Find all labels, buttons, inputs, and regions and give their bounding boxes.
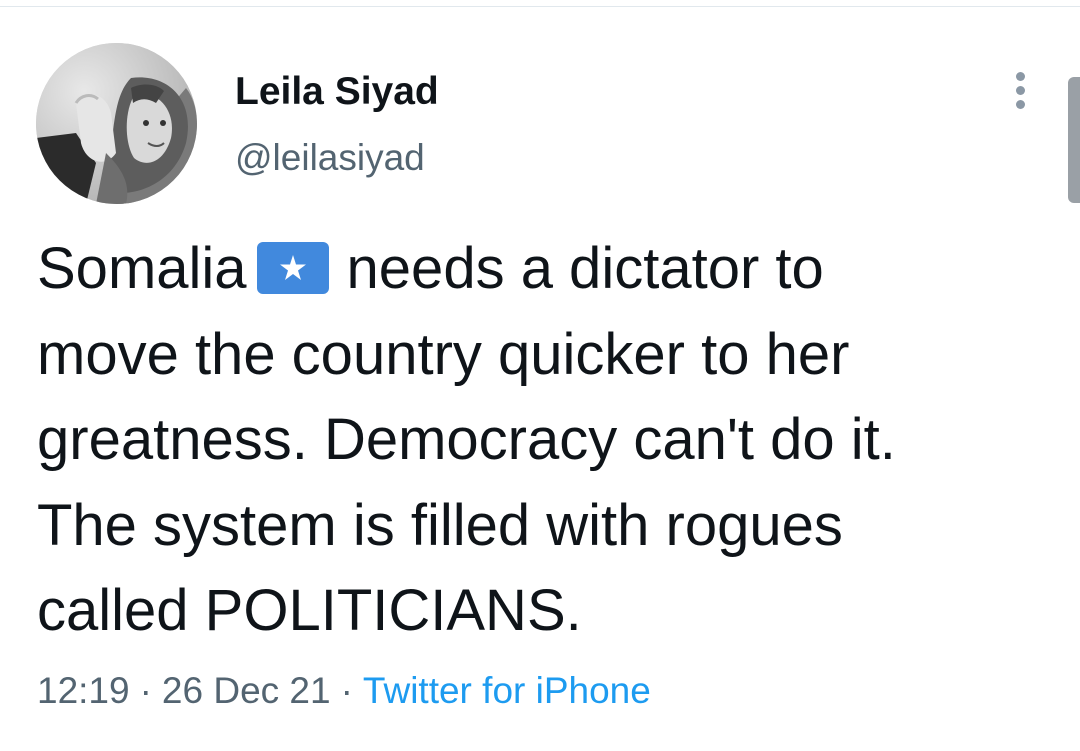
author-display-name[interactable]: Leila Siyad bbox=[235, 66, 439, 118]
meta-separator: · bbox=[139, 670, 152, 711]
tweet-source-link[interactable]: Twitter for iPhone bbox=[363, 670, 651, 711]
avatar[interactable] bbox=[36, 43, 197, 204]
scrollbar[interactable] bbox=[1068, 77, 1080, 203]
tweet-line: The system is filled with rogues bbox=[37, 492, 843, 558]
tweet-line: Somalia needs a dictator to bbox=[37, 226, 1047, 312]
meta-separator: · bbox=[340, 670, 353, 711]
more-vertical-icon bbox=[1015, 71, 1025, 81]
tweet-time[interactable]: 12:19 bbox=[37, 670, 130, 711]
tweet-date[interactable]: 26 Dec 21 bbox=[162, 670, 331, 711]
more-vertical-icon-dot bbox=[1015, 85, 1025, 95]
tweet-page: Leila Siyad @leilasiyad Somalia needs a d… bbox=[0, 0, 1080, 751]
avatar-image bbox=[36, 43, 197, 204]
tweet-text: Somalia needs a dictator to move the coun… bbox=[37, 226, 1047, 654]
tweet-line: greatness. Democracy can't do it. bbox=[37, 407, 896, 472]
tweet-text-segment: Somalia bbox=[37, 236, 247, 301]
tweet-line: move the country quicker to her bbox=[37, 321, 850, 387]
more-vertical-icon-dot bbox=[1015, 99, 1025, 109]
top-divider bbox=[0, 0, 1080, 7]
tweet-text-segment: needs a dictator to bbox=[346, 236, 824, 301]
tweet-line: called POLITICIANS. bbox=[37, 578, 582, 643]
tweet-meta: 12:19 · 26 Dec 21 · Twitter for iPhone bbox=[37, 666, 651, 716]
more-options-button[interactable] bbox=[1003, 66, 1037, 114]
somalia-flag-icon bbox=[256, 242, 329, 294]
author-handle[interactable]: @leilasiyad bbox=[235, 132, 425, 184]
